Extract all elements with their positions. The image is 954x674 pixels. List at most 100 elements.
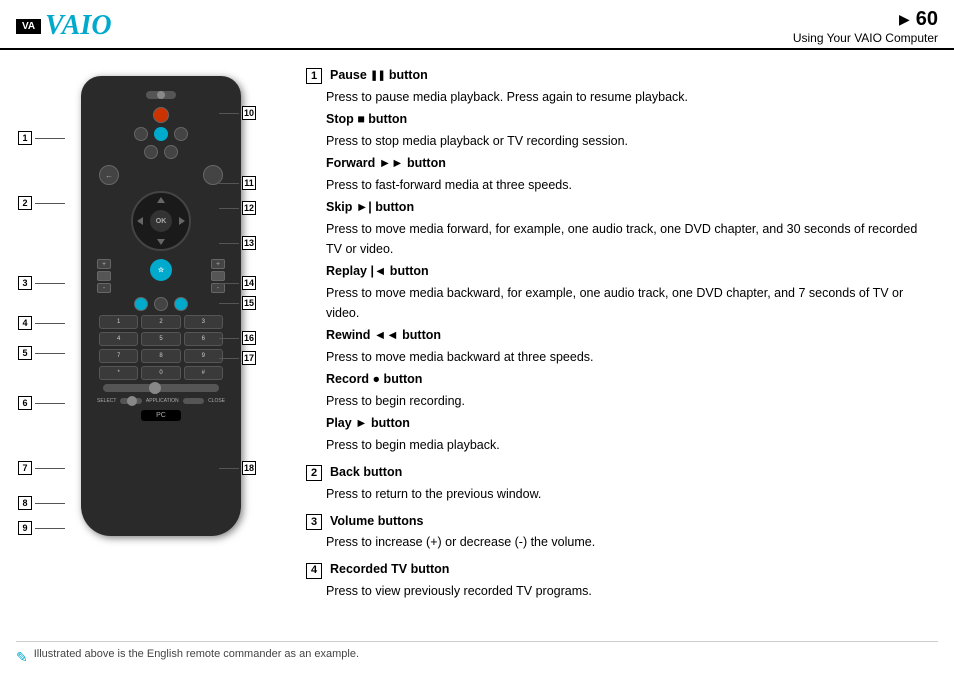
remote-body: ← OK + (81, 76, 241, 536)
num-4: 4 (18, 316, 32, 330)
desc-1-replay-title: Replay |◄ button (326, 261, 928, 281)
num-1: 1 (18, 131, 32, 145)
vaio-box-icon: VA (16, 19, 41, 34)
num-15: 15 (242, 296, 256, 310)
callout-4: 4 (18, 316, 65, 330)
desc-1-pause-body: Press to pause media playback. Press aga… (326, 87, 928, 107)
key-6: 6 (184, 332, 223, 346)
desc-1-rew-title: Rewind ◄◄ button (326, 325, 928, 345)
key-9: 9 (184, 349, 223, 363)
callout-11: 11 (219, 176, 256, 190)
vol-controls: + - (97, 259, 111, 293)
callout-13: 13 (219, 236, 256, 250)
numpad: 1 2 3 4 5 6 7 8 9 * 0 # (91, 315, 231, 380)
desc-1-rec-body: Press to begin recording. (326, 391, 928, 411)
num-13: 13 (242, 236, 256, 250)
desc-4-body: Press to view previously recorded TV pro… (326, 581, 928, 601)
desc-num-3: 3 (306, 514, 322, 530)
callout-2: 2 (18, 196, 65, 210)
btn-d (144, 145, 158, 159)
desc-section-3-header: 3 Volume buttons (306, 512, 928, 531)
num-18: 18 (242, 461, 256, 475)
dpad: OK (131, 191, 191, 251)
footer: ✎ Illustrated above is the English remot… (16, 641, 938, 666)
footer-text: Illustrated above is the English remote … (34, 648, 359, 660)
media-buttons-row2 (91, 127, 231, 141)
description-area: 1 Pause ❚❚ button Press to pause media p… (296, 66, 938, 618)
desc-num-2: 2 (306, 465, 322, 481)
desc-1-replay-body: Press to move media backward, for exampl… (326, 283, 928, 323)
num-12: 12 (242, 201, 256, 215)
callout-9: 9 (18, 521, 65, 535)
num-9: 9 (18, 521, 32, 535)
vol-ch-controls: + - ☆ + - (91, 255, 231, 297)
callout-8: 8 (18, 496, 65, 510)
app-slider-row: SELECT APPLICATION CLOSE (91, 396, 231, 406)
main-content: 1 2 3 4 (0, 50, 954, 634)
remote-area: 1 2 3 4 (16, 66, 276, 618)
desc-1-rec-title: Record ● button (326, 369, 928, 389)
desc-3-title: Volume buttons (330, 512, 424, 531)
fn-btn1 (134, 297, 148, 311)
key-7: 7 (99, 349, 138, 363)
desc-1-pause-title: Pause ❚❚ button (330, 66, 428, 85)
callout-17: 17 (219, 351, 256, 365)
num-11: 11 (242, 176, 256, 190)
desc-1-stop-title: Stop ■ button (326, 109, 928, 129)
btn-e (164, 145, 178, 159)
desc-1-play-title: Play ► button (326, 413, 928, 433)
callout-1: 1 (18, 131, 65, 145)
callout-18: 18 (219, 461, 256, 475)
top-buttons-row: ← (91, 163, 231, 187)
desc-2-title: Back button (330, 463, 402, 482)
vaio-text: VAIO (45, 10, 111, 42)
desc-section-2: 2 Back button Press to return to the pre… (306, 463, 928, 504)
desc-1-skip-body: Press to move media forward, for example… (326, 219, 928, 259)
desc-section-3: 3 Volume buttons Press to increase (+) o… (306, 512, 928, 553)
desc-3-text: Press to increase (+) or decrease (-) th… (326, 532, 928, 552)
header-right: ▶ 60 Using Your VAIO Computer (793, 8, 938, 45)
key-hash: # (184, 366, 223, 380)
special-button: ☆ (150, 259, 172, 281)
num-5: 5 (18, 346, 32, 360)
num-2: 2 (18, 196, 32, 210)
ok-button: OK (150, 210, 172, 232)
desc-num-1: 1 (306, 68, 322, 84)
key-5: 5 (141, 332, 180, 346)
callout-14: 14 (219, 276, 256, 290)
desc-1-fwd-title: Forward ►► button (326, 153, 928, 173)
note-icon: ✎ (16, 649, 28, 666)
page-number: 60 (916, 8, 938, 31)
back-button: ← (99, 165, 119, 185)
ir-sensor (146, 91, 176, 99)
num-10: 10 (242, 106, 256, 120)
media-buttons-row1 (91, 107, 231, 123)
arrow-icon: ▶ (899, 11, 910, 28)
key-2: 2 (141, 315, 180, 329)
num-17: 17 (242, 351, 256, 365)
vaio-logo: VA VAIO (16, 10, 112, 42)
key-1: 1 (99, 315, 138, 329)
desc-num-4: 4 (306, 563, 322, 579)
num-8: 8 (18, 496, 32, 510)
pc-label: PC (141, 410, 181, 421)
callout-3: 3 (18, 276, 65, 290)
num-6: 6 (18, 396, 32, 410)
btn-a (134, 127, 148, 141)
callout-15: 15 (219, 296, 256, 310)
desc-section-4-header: 4 Recorded TV button (306, 560, 928, 579)
desc-1-skip-title: Skip ►| button (326, 197, 928, 217)
btn-b (154, 127, 168, 141)
desc-section-2-header: 2 Back button (306, 463, 928, 482)
desc-section-1-header: 1 Pause ❚❚ button (306, 66, 928, 85)
desc-1-body: Press to pause media playback. Press aga… (326, 87, 928, 455)
desc-4-title: Recorded TV button (330, 560, 449, 579)
function-buttons (91, 297, 231, 311)
page-header: VA VAIO ▶ 60 Using Your VAIO Computer (0, 0, 954, 50)
slider-thumb (149, 382, 161, 394)
key-4: 4 (99, 332, 138, 346)
callout-7: 7 (18, 461, 65, 475)
key-3: 3 (184, 315, 223, 329)
media-buttons-row3 (91, 145, 231, 159)
desc-1-stop-body: Press to stop media playback or TV recor… (326, 131, 928, 151)
